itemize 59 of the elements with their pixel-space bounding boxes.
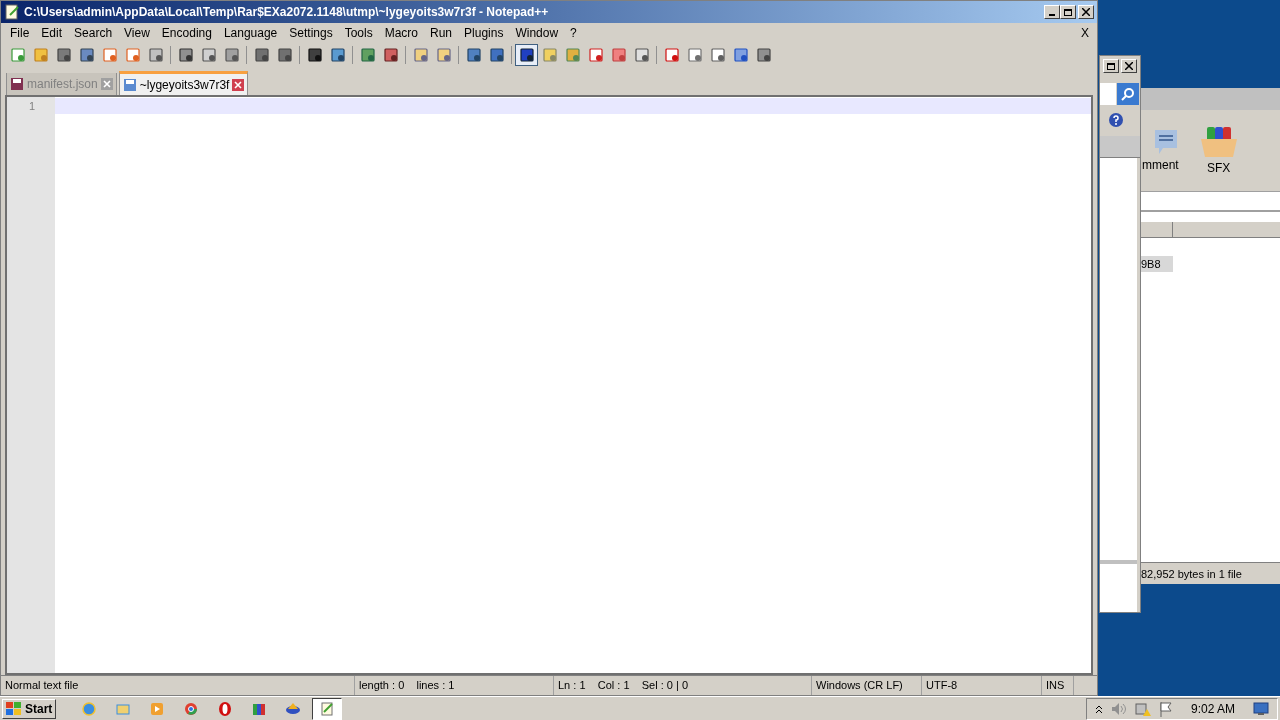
- toolbar-button[interactable]: [515, 44, 538, 66]
- close-icon[interactable]: [100, 78, 113, 90]
- start-button[interactable]: Start: [2, 698, 57, 719]
- menu-item[interactable]: Window: [509, 24, 565, 42]
- status-field: UTF-8: [922, 676, 1042, 695]
- close-icon[interactable]: [232, 78, 245, 91]
- search-field[interactable]: [1100, 83, 1116, 105]
- notepad-icon: [4, 4, 20, 20]
- menu-item[interactable]: Macro: [378, 24, 424, 42]
- line-number: 1: [28, 99, 35, 113]
- search-button[interactable]: [1117, 83, 1139, 105]
- close-button[interactable]: [1078, 5, 1094, 19]
- maximize-button[interactable]: [1103, 59, 1119, 73]
- window-title: C:\Users\admin\AppData\Local\Temp\Rar$EXa2072.1148\utmp\~lygeyoits3w7r3f - Notepad++: [24, 4, 550, 21]
- browser-icon: [81, 700, 98, 717]
- file-row[interactable]: 9B8: [1141, 256, 1173, 272]
- menu-item[interactable]: View: [118, 24, 156, 42]
- comment-icon: [1154, 127, 1179, 156]
- menu-item[interactable]: Edit: [35, 24, 69, 42]
- media-player-icon: [149, 700, 166, 717]
- status-field: length : 0 lines : 1: [355, 676, 554, 695]
- archive-box-icon: [1198, 124, 1239, 159]
- close-button[interactable]: [1121, 59, 1137, 73]
- clock[interactable]: 9:02 AM: [1180, 699, 1245, 718]
- menu-item[interactable]: ?: [564, 24, 583, 42]
- chrome-icon: [183, 700, 200, 717]
- monitor-icon[interactable]: [1253, 701, 1269, 716]
- menu-item[interactable]: Tools: [338, 24, 379, 42]
- status-field: INS: [1042, 676, 1074, 695]
- menu-item[interactable]: Search: [68, 24, 119, 42]
- close-icon: [1125, 62, 1133, 70]
- close-document-button[interactable]: X: [1073, 24, 1097, 42]
- help-icon[interactable]: [1108, 112, 1124, 128]
- search-icon: [1121, 87, 1135, 101]
- opera-icon: [217, 700, 234, 717]
- menu-item[interactable]: File: [4, 24, 36, 42]
- tab[interactable]: ~lygeyoits3w7r3f: [118, 71, 249, 95]
- address-field[interactable]: [1141, 192, 1280, 212]
- minimize-button[interactable]: [1044, 5, 1060, 19]
- menu-item[interactable]: Run: [424, 24, 459, 42]
- info-panel: [1100, 564, 1137, 612]
- menu-item[interactable]: Settings: [283, 24, 339, 42]
- floppy-icon: [122, 77, 137, 92]
- document-icon: [10, 77, 24, 91]
- status-field: Ln : 1 Col : 1 Sel : 0 | 0: [554, 676, 812, 695]
- notepad-icon: [319, 700, 336, 717]
- chevron-up-icon[interactable]: [1094, 703, 1103, 714]
- close-icon: [1082, 8, 1090, 16]
- toolbar-label: SFX: [1207, 159, 1231, 177]
- status-field: Windows (CR LF): [812, 676, 922, 695]
- status-field: Normal text file: [1, 676, 355, 695]
- windows-logo-icon: [6, 701, 22, 716]
- toolbar-label: mment: [1142, 156, 1179, 174]
- taskbar-app-button[interactable]: [312, 697, 343, 720]
- maximize-button[interactable]: [1060, 5, 1076, 19]
- menu-item[interactable]: Encoding: [155, 24, 218, 42]
- menu-item[interactable]: Plugins: [458, 24, 510, 42]
- flag-icon[interactable]: [1158, 700, 1173, 717]
- menu-item[interactable]: Language: [217, 24, 284, 42]
